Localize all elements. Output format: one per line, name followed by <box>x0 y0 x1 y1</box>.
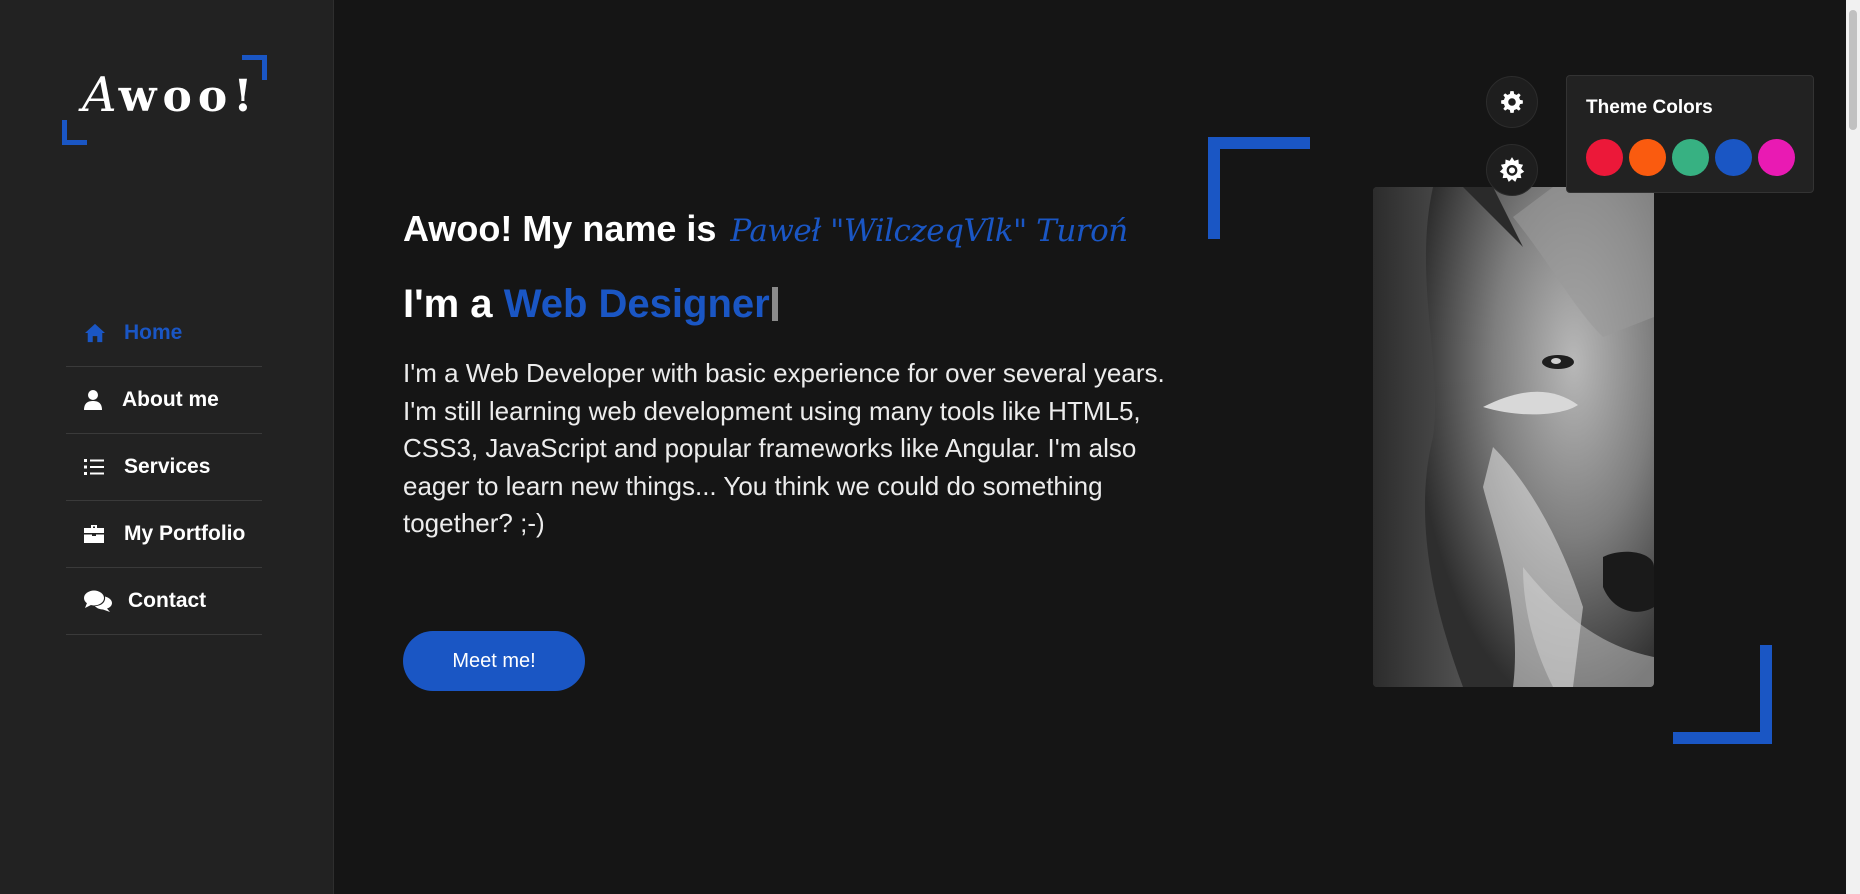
color-swatch-green[interactable] <box>1672 139 1709 176</box>
nav-item-about[interactable]: About me <box>66 367 262 434</box>
greeting-text: Awoo! My name is <box>403 208 717 249</box>
user-icon <box>84 389 106 411</box>
settings-toggle-button[interactable] <box>1486 76 1538 128</box>
picture-frame-top-left <box>1208 137 1310 239</box>
nav-item-services[interactable]: Services <box>66 434 262 501</box>
hero-bio: I'm a Web Developer with basic experienc… <box>403 358 1165 538</box>
page-scrollbar[interactable] <box>1846 0 1860 894</box>
theme-colors-panel: Theme Colors <box>1566 75 1814 193</box>
comments-icon <box>84 590 114 612</box>
logo-text: Awoo! <box>82 67 259 123</box>
nav-item-label: About me <box>122 388 219 411</box>
sun-gear-icon <box>1498 156 1526 184</box>
theme-colors-title: Theme Colors <box>1586 97 1713 118</box>
logo[interactable]: Awoo! <box>62 55 267 145</box>
role-prefix: I'm a <box>403 282 493 326</box>
list-icon <box>84 456 110 478</box>
logo-initial: A <box>82 67 119 123</box>
color-swatch-red[interactable] <box>1586 139 1623 176</box>
home-icon <box>84 322 110 344</box>
author-name: Paweł "WilczeqVlk" Turoń <box>730 213 1128 249</box>
wolf-photo <box>1373 187 1654 687</box>
typing-cursor <box>771 287 778 321</box>
nav-item-portfolio[interactable]: My Portfolio <box>66 501 262 568</box>
main-nav: Home About me Services My Portfolio Cont… <box>66 300 262 635</box>
gear-icon <box>1499 89 1525 115</box>
theme-mode-toggle-button[interactable] <box>1486 144 1538 196</box>
color-swatch-blue[interactable] <box>1715 139 1752 176</box>
color-swatch-pink[interactable] <box>1758 139 1795 176</box>
nav-item-contact[interactable]: Contact <box>66 568 262 635</box>
scrollbar-thumb[interactable] <box>1849 10 1857 130</box>
logo-rest: woo! <box>118 71 259 122</box>
role-text: Web Designer <box>503 282 770 326</box>
hero-greeting: Awoo! My name is Paweł "WilczeqVlk" Turo… <box>403 208 1128 250</box>
nav-item-label: Home <box>124 321 183 344</box>
color-swatches <box>1586 139 1795 176</box>
sidebar: Awoo! Home About me Services My Portfoli… <box>0 0 334 894</box>
logo-corner-bottom-left <box>62 120 87 145</box>
hero-role: I'm a Web Designer <box>403 282 778 327</box>
briefcase-icon <box>84 523 110 545</box>
picture-frame-bottom-right <box>1673 645 1772 744</box>
meet-me-button[interactable]: Meet me! <box>403 631 585 691</box>
color-swatch-orange[interactable] <box>1629 139 1666 176</box>
nav-item-label: My Portfolio <box>124 522 246 545</box>
nav-item-label: Services <box>124 455 211 478</box>
nav-item-label: Contact <box>128 589 207 612</box>
nav-item-home[interactable]: Home <box>66 300 262 367</box>
